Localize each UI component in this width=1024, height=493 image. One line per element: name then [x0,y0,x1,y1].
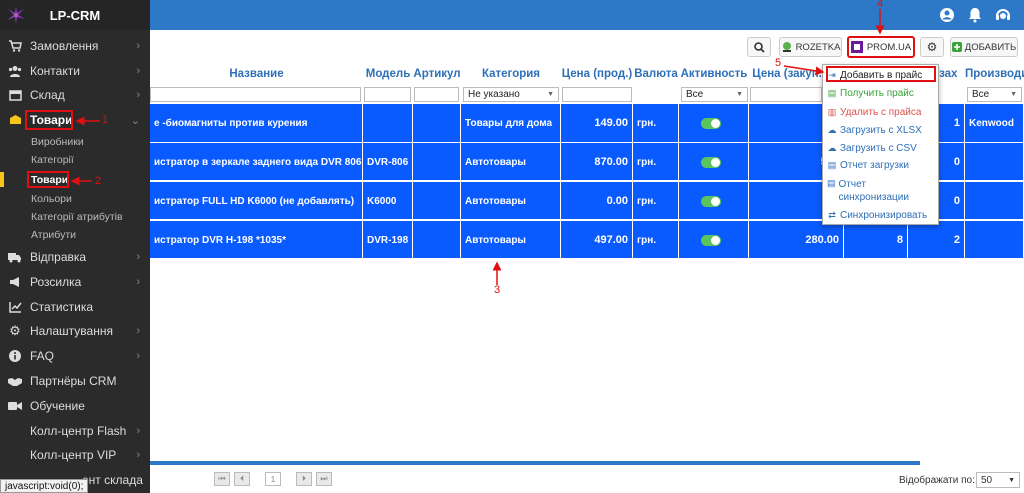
annotation-arrows [70,9,885,285]
page-number-input[interactable]: 1 [265,472,281,486]
next-page-button[interactable]: ⏵ [296,472,312,486]
horizontal-scrollbar[interactable] [150,461,920,465]
annotation-label-2: 2 [95,175,102,187]
annotation-label-3: 3 [494,284,501,296]
annotation-label-4: 4 [877,0,884,10]
last-page-button[interactable]: ⏭ [316,472,332,486]
per-page-label: Відображати по: [899,475,975,486]
annotation-label-1: 1 [102,114,109,126]
per-page-select[interactable]: 50 ▼ [976,472,1020,488]
pagination: ⏮ ⏴ 1 ⏵ ⏭ Відображати по: 50 ▼ [150,466,1024,493]
dropdown-arrow-icon: ▼ [1008,476,1015,484]
prev-page-button[interactable]: ⏴ [234,472,250,486]
per-page-value: 50 [981,474,993,486]
first-page-button[interactable]: ⏮ [214,472,230,486]
annotation-label-5: 5 [775,57,782,69]
